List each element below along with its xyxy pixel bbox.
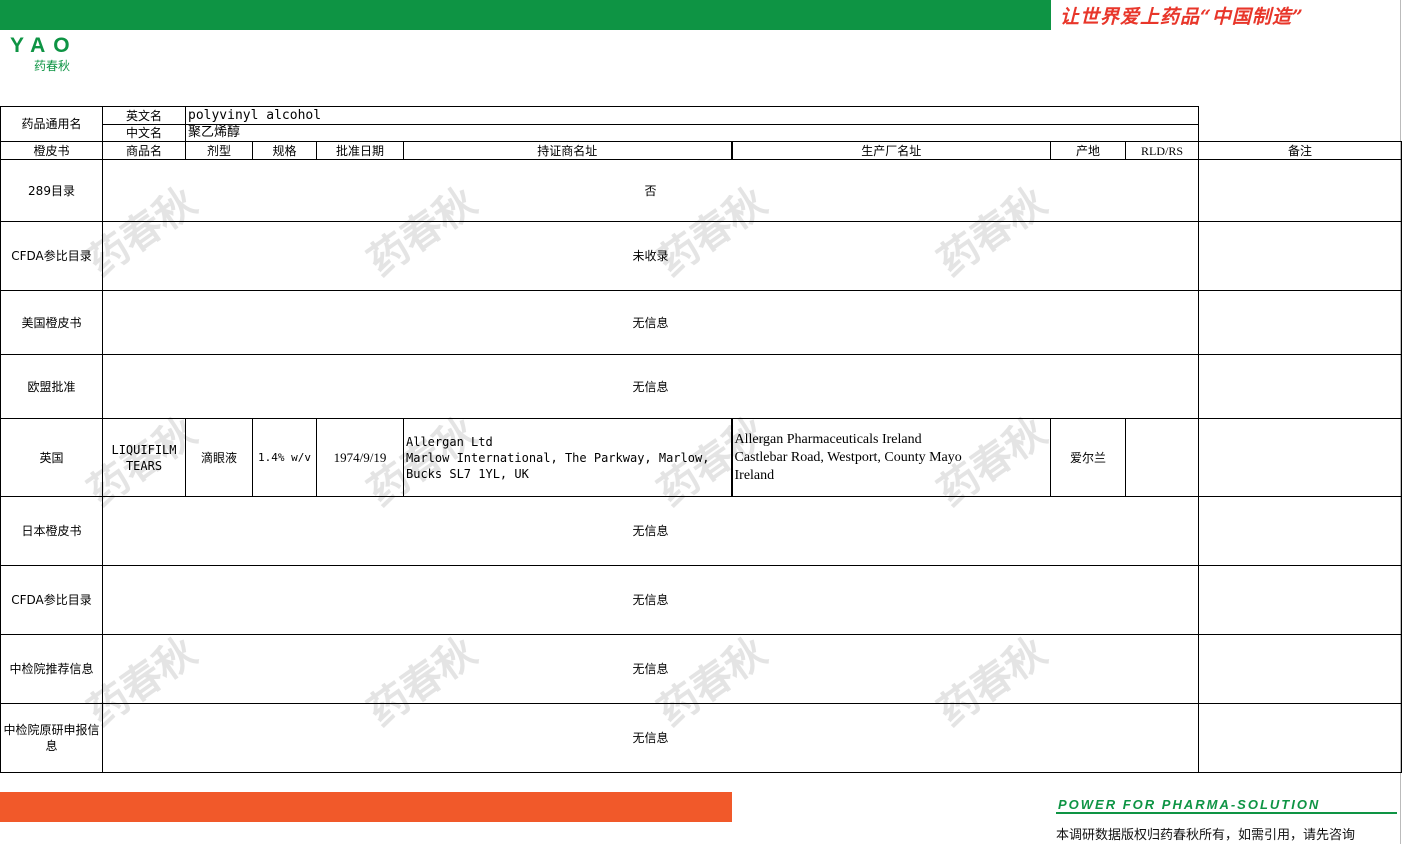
logo: YAO [10, 34, 78, 57]
slogan: 让世界爱上药品“中国制造” [1060, 6, 1304, 28]
row-remarks-us [1198, 290, 1403, 355]
row-value-nifdc-recommend: 无信息 [101, 634, 1200, 704]
row-label-eu: 欧盟批准 [0, 354, 103, 419]
row-label-nifdc-recommend: 中检院推荐信息 [0, 634, 103, 704]
row-value-cfda-2: 无信息 [101, 565, 1200, 635]
row-label-us: 美国橙皮书 [0, 290, 103, 355]
uk-origin: 爱尔兰 [1050, 418, 1126, 497]
generic-name-label: 药品通用名 [0, 106, 103, 142]
header-remarks: 备注 [1198, 141, 1403, 160]
header-holder: 持证商名址 [403, 141, 733, 160]
chinese-name-value: 聚乙烯醇 [184, 124, 1200, 142]
row-label-uk: 英国 [0, 418, 103, 497]
uk-dosage-form: 滴眼液 [185, 418, 253, 497]
uk-holder-line-1: Allergan Ltd [406, 434, 493, 449]
english-name-value: polyvinyl alcohol [184, 106, 1200, 125]
row-remarks-cfda-2 [1198, 565, 1403, 635]
uk-holder-line-2: Marlow International, The Parkway, Marlo… [406, 450, 710, 465]
uk-mfr-line-1: Allergan Pharmaceuticals Ireland [734, 431, 922, 447]
uk-holder: Allergan Ltd Marlow International, The P… [403, 418, 733, 497]
row-value-eu: 无信息 [101, 354, 1200, 419]
power-slogan: POWER FOR PHARMA-SOLUTION [1058, 797, 1321, 812]
row-value-us: 无信息 [101, 290, 1200, 355]
header-origin: 产地 [1050, 141, 1126, 160]
row-remarks-289 [1198, 159, 1403, 222]
header-approval-date: 批准日期 [316, 141, 404, 160]
row-label-289: 289目录 [0, 159, 103, 222]
header-strength: 规格 [252, 141, 317, 160]
row-label-nifdc-original: 中检院原研申报信息 [0, 703, 103, 773]
row-value-cfda-1: 未收录 [101, 221, 1200, 291]
footer-orange-bar [0, 792, 732, 822]
uk-approval-date: 1974/9/19 [316, 418, 404, 497]
header-dosage-form: 剂型 [185, 141, 253, 160]
uk-remarks [1198, 418, 1403, 497]
row-label-cfda-1: CFDA参比目录 [0, 221, 103, 291]
row-label-jp: 日本橙皮书 [0, 496, 103, 566]
copyright-notice: 本调研数据版权归药春秋所有，如需引用，请先咨询 [1056, 828, 1356, 843]
chinese-name-label: 中文名 [102, 124, 186, 142]
header-rld-rs: RLD/RS [1124, 141, 1200, 160]
header-orange-book: 橙皮书 [0, 141, 103, 160]
logo-subtitle: 药春秋 [34, 59, 71, 73]
header-manufacturer: 生产厂名址 [731, 141, 1051, 160]
power-underline [1056, 812, 1397, 814]
uk-trade-name: LIQUIFILM TEARS [102, 418, 186, 497]
row-remarks-nifdc-recommend [1198, 634, 1403, 704]
uk-holder-line-3: Bucks SL7 1YL, UK [406, 466, 529, 481]
row-remarks-jp [1198, 496, 1403, 566]
header-trade-name: 商品名 [102, 141, 186, 160]
uk-strength: 1.4% w/v [252, 418, 317, 497]
uk-mfr-line-2: Castlebar Road, Westport, County Mayo [734, 449, 962, 465]
blank-cell [1198, 106, 1402, 142]
header-green-bar [0, 0, 1051, 30]
row-value-nifdc-original: 无信息 [101, 703, 1200, 773]
uk-mfr-line-3: Ireland [734, 467, 775, 483]
english-name-label: 英文名 [102, 106, 186, 125]
uk-manufacturer: Allergan Pharmaceuticals Ireland Castleb… [731, 418, 1051, 497]
row-remarks-cfda-1 [1198, 221, 1403, 291]
row-remarks-nifdc-original [1198, 703, 1403, 773]
row-value-289: 否 [101, 159, 1200, 222]
drug-info-table: 药品通用名 英文名 polyvinyl alcohol 中文名 聚乙烯醇 橙皮书… [0, 106, 1403, 773]
row-value-jp: 无信息 [101, 496, 1200, 566]
row-remarks-eu [1198, 354, 1403, 419]
uk-rld-rs [1124, 418, 1200, 497]
row-label-cfda-2: CFDA参比目录 [0, 565, 103, 635]
